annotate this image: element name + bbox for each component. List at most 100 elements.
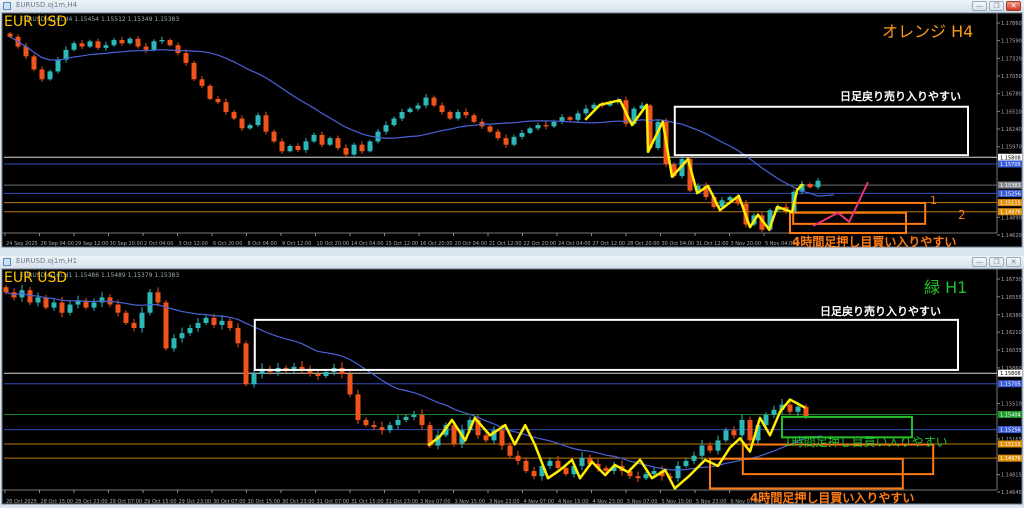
bull-candle [111, 40, 117, 46]
bear-candle [507, 445, 513, 456]
price-tag-label: 1.15705 [1000, 382, 1021, 388]
y-tick-label: 1.16240 [1001, 127, 1022, 133]
bear-candle [439, 105, 445, 112]
bull-candle [383, 125, 389, 132]
bull-candle [815, 180, 821, 188]
bull-candle [251, 374, 257, 385]
bull-candle [203, 317, 209, 323]
bear-candle [135, 38, 141, 47]
y-tick-label: 1.15510 [1001, 402, 1022, 408]
sell-zone-label: 日足戻り売り入りやすい [840, 90, 961, 103]
x-tick-label: 28 Oct 2025 [6, 499, 37, 505]
bear-candle [79, 43, 85, 47]
bear-candle [39, 69, 45, 80]
x-tick-label: 3 Nov 15:00 [455, 499, 486, 505]
bull-candle [771, 409, 777, 415]
y-tick-label: 1.16780 [1001, 92, 1022, 98]
price-tag-label: 1.15256 [1000, 191, 1021, 197]
y-tick-label: 1.14645 [1001, 490, 1022, 496]
bull-candle [519, 132, 525, 137]
bull-candle [375, 131, 381, 142]
x-tick-label: 21 Oct 12:00 [489, 241, 522, 247]
bear-candle [59, 302, 65, 313]
price-tag-label: 1.14976 [1000, 456, 1021, 462]
x-tick-label: 28 Oct 20:00 [627, 241, 660, 247]
x-tick-label: 6 Oct 20:00 [213, 241, 242, 247]
bear-candle [115, 304, 121, 313]
bear-candle [515, 455, 521, 461]
bull-candle [103, 45, 109, 48]
zone-marker-2: 2 [958, 208, 966, 222]
price-tag-label: 1.15256 [1000, 428, 1021, 434]
bear-candle [163, 302, 169, 349]
bull-candle [575, 113, 581, 120]
x-tick-label: 15 Oct 12:00 [386, 241, 419, 247]
bear-candle [215, 98, 221, 103]
bull-candle [47, 71, 53, 80]
x-tick-label: 22 Oct 20:00 [524, 241, 557, 247]
bear-candle [543, 125, 549, 127]
zone-marker-1: 1 [930, 194, 937, 207]
bull-candle [723, 430, 729, 441]
bull-candle [675, 465, 681, 479]
bull-candle [391, 118, 397, 126]
x-tick-label: 8 Oct 04:00 [248, 241, 277, 247]
symbol-label: EUR USD [4, 14, 68, 30]
bull-candle [255, 115, 261, 126]
x-tick-label: 20 Oct 04:00 [455, 241, 488, 247]
bull-candle [219, 320, 225, 325]
bear-candle [271, 131, 277, 142]
bull-candle [399, 111, 405, 119]
bear-candle [787, 404, 793, 412]
bear-candle [123, 312, 129, 323]
bull-candle [715, 440, 721, 451]
sell-zone-label: 日足戻り売り入りやすい [820, 305, 941, 318]
bull-candle [699, 445, 705, 456]
bear-candle [419, 414, 425, 426]
bear-candle [503, 138, 509, 145]
bull-candle [127, 38, 133, 44]
bull-candle [35, 297, 41, 303]
bear-candle [143, 46, 149, 50]
x-tick-label: 31 Oct 12:00 [696, 241, 729, 247]
bear-candle [199, 79, 205, 86]
y-tick-label: 1.14620 [1001, 233, 1022, 239]
bear-candle [31, 56, 37, 70]
bull-candle [67, 304, 73, 313]
bear-candle [27, 290, 33, 303]
bear-candle [211, 317, 217, 325]
x-tick-label: 30 Sep 20:00 [110, 241, 143, 247]
bull-candle [247, 125, 253, 129]
bull-candle [651, 471, 657, 475]
bull-candle [179, 333, 185, 339]
bear-candle [731, 430, 737, 436]
h4-buy-zone-label: 4時間足押し目買い入りやすい [750, 491, 915, 505]
bull-candle [551, 121, 557, 127]
y-tick-label: 1.16380 [1001, 313, 1022, 319]
bear-candle [567, 117, 573, 120]
bull-candle [415, 105, 421, 109]
bear-candle [347, 374, 353, 395]
bull-candle [187, 328, 193, 334]
bear-candle [499, 430, 505, 446]
price-tag-label: 1.15115 [1000, 442, 1021, 448]
bull-candle [583, 108, 589, 114]
charts-canvas[interactable]: 1.17860 1.17590 1.17320 1.17050 1.16780 1.165… [0, 0, 1024, 508]
bull-candle [327, 138, 333, 145]
bull-candle [367, 141, 373, 152]
y-tick-label: 1.17860 [1001, 21, 1022, 27]
bull-candle [287, 146, 293, 152]
bear-candle [155, 292, 161, 303]
price-tag-label: 1.15808 [1000, 371, 1021, 377]
bear-candle [531, 471, 537, 477]
x-tick-label: 26 Sep 04:00 [41, 241, 74, 247]
bear-candle [207, 85, 213, 99]
x-tick-label: 31 Oct 23:00 [386, 499, 419, 505]
x-tick-label: 3 Oct 12:00 [179, 241, 208, 247]
x-tick-label: 3 Nov 23:00 [489, 499, 520, 505]
bear-candle [371, 425, 377, 428]
x-tick-label: 27 Oct 12:00 [593, 241, 626, 247]
x-tick-label: 16 Oct 20:00 [420, 241, 453, 247]
h1-buy-zone-label: 1時間足押し目買い入りやすい [784, 435, 948, 449]
x-tick-label: 29 Sep 12:00 [75, 241, 108, 247]
